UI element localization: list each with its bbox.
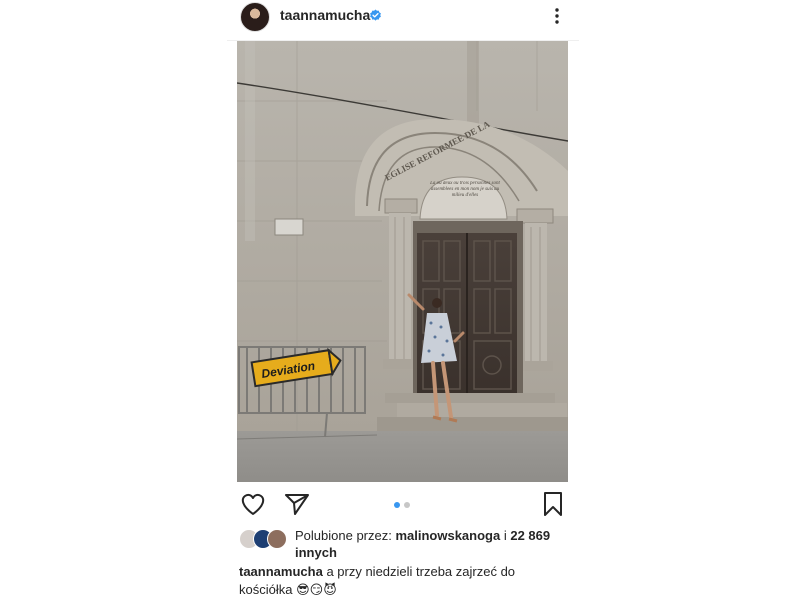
post-header: taannamucha <box>227 0 579 34</box>
likes-connector: i <box>503 528 507 543</box>
verified-badge-icon <box>370 9 381 21</box>
likes-prefix: Polubione przez: <box>295 528 392 543</box>
post-actions-bar <box>227 490 579 518</box>
likes-summary: Polubione przez: malinowskanoga i 22 869… <box>295 527 569 561</box>
profile-avatar[interactable] <box>240 2 270 32</box>
caption-emojis: 😎😏😈 <box>296 582 337 597</box>
carousel-dot-active <box>394 502 400 508</box>
likes-section[interactable]: Polubione przez: malinowskanoga i 22 869… <box>239 527 569 561</box>
likes-count[interactable]: 22 869 <box>510 528 550 543</box>
liker-avatar <box>267 529 287 549</box>
likes-suffix[interactable]: innych <box>295 545 337 560</box>
more-options-icon[interactable] <box>549 7 565 25</box>
save-bookmark-icon[interactable] <box>539 490 567 518</box>
carousel-dot <box>404 502 410 508</box>
post-photo[interactable]: EGLISE REFORMEE DE LA La ou deux ou troi… <box>237 41 568 482</box>
caption-username-link[interactable]: taannamucha <box>239 564 323 579</box>
liker-username-link[interactable]: malinowskanoga <box>395 528 500 543</box>
church-photo-illustration: EGLISE REFORMEE DE LA La ou deux ou troi… <box>237 41 568 482</box>
liker-avatars <box>239 529 289 549</box>
like-heart-icon[interactable] <box>239 490 267 518</box>
carousel-indicator <box>394 502 414 508</box>
username-link[interactable]: taannamucha <box>280 7 370 23</box>
post-caption: taannamucha a przy niedzieli trzeba zajr… <box>239 563 569 599</box>
instagram-post: taannamucha EGLISE REFORMEE DE LA La ou … <box>227 0 579 602</box>
arch-plaque-text: La ou deux ou trois personnes sont assem… <box>430 181 500 198</box>
share-send-icon[interactable] <box>283 490 311 518</box>
